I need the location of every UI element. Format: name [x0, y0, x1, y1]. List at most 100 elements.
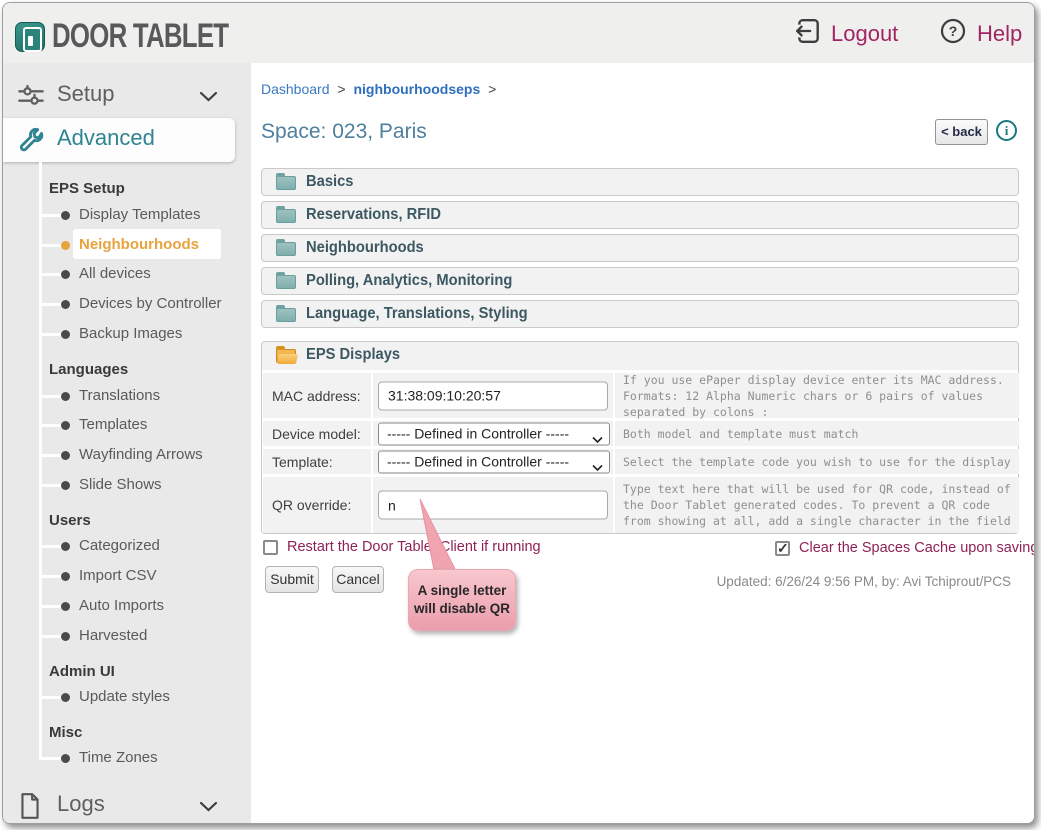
device-model-select[interactable]: ----- Defined in Controller -----: [378, 422, 610, 445]
mac-address-input[interactable]: [378, 381, 608, 410]
sidebar-item-categorized[interactable]: Categorized: [3, 536, 243, 556]
bullet-icon: [61, 693, 70, 702]
sidebar-item-import-csv[interactable]: Import CSV: [3, 566, 243, 586]
sidebar-item-backup-images[interactable]: Backup Images: [3, 324, 243, 344]
bullet-icon: [61, 330, 70, 339]
qr-override-help: Type text here that will be used for QR …: [623, 481, 1015, 529]
chevron-down-icon: [592, 430, 603, 448]
bullet-icon: [61, 300, 70, 309]
svg-text:?: ?: [949, 23, 958, 39]
help-button[interactable]: ? Help: [939, 17, 1022, 50]
template-help: Select the template code you wish to use…: [623, 453, 1015, 469]
restart-client-checkbox[interactable]: [263, 540, 278, 555]
form-row-qr-override: QR override: Type text here that will be…: [263, 477, 1017, 533]
accordion-neighbourhoods[interactable]: Neighbourhoods: [261, 234, 1019, 262]
accordion-polling-analytics[interactable]: Polling, Analytics, Monitoring: [261, 267, 1019, 295]
bullet-icon: [61, 754, 70, 763]
sidebar-item-slide-shows[interactable]: Slide Shows: [3, 475, 243, 495]
bullet-icon: [61, 241, 70, 250]
clear-cache-checkbox[interactable]: [775, 541, 790, 556]
template-select[interactable]: ----- Defined in Controller -----: [378, 450, 610, 473]
template-label: Template:: [272, 454, 333, 470]
sidebar-item-harvested[interactable]: Harvested: [3, 626, 243, 646]
app-window: DOOR TABLET Logout ? Help: [2, 2, 1035, 824]
sidebar-item-time-zones[interactable]: Time Zones: [3, 748, 243, 768]
folder-closed-icon: [276, 242, 296, 256]
bullet-icon: [61, 211, 70, 220]
bullet-icon: [61, 481, 70, 490]
logout-icon: [795, 17, 821, 50]
sidebar: Setup Advanced EPS Setup Display Templat…: [3, 63, 251, 823]
document-icon: [17, 792, 45, 820]
info-icon[interactable]: i: [996, 120, 1017, 141]
form-row-template: Template: ----- Defined in Controller --…: [263, 449, 1017, 474]
sidebar-section-setup[interactable]: Setup: [3, 73, 251, 119]
accordion-basics[interactable]: Basics: [261, 168, 1019, 196]
qr-disable-tooltip: A single letter will disable QR: [408, 569, 516, 631]
form-row-mac-address: MAC address: If you use ePaper display d…: [263, 373, 1017, 418]
cancel-button[interactable]: Cancel: [332, 566, 384, 593]
help-icon: ?: [939, 17, 967, 50]
chevron-down-icon: [200, 799, 217, 817]
sidebar-item-devices-by-controller[interactable]: Devices by Controller: [3, 294, 243, 314]
app-logo-text: DOOR TABLET: [52, 17, 228, 56]
accordion-eps-displays[interactable]: EPS Displays: [262, 342, 1018, 370]
logout-button[interactable]: Logout: [795, 17, 898, 50]
sidebar-item-wayfinding-arrows[interactable]: Wayfinding Arrows: [3, 445, 243, 465]
sidebar-item-all-devices[interactable]: All devices: [3, 264, 243, 284]
tooltip-tail: [401, 493, 471, 578]
form-row-device-model: Device model: ----- Defined in Controlle…: [263, 421, 1017, 446]
sidebar-item-update-styles[interactable]: Update styles: [3, 687, 243, 707]
sidebar-logs-label: Logs: [57, 791, 105, 817]
door-tablet-logo-icon: [15, 22, 45, 52]
chevron-down-icon: [200, 89, 217, 107]
help-label: Help: [977, 21, 1022, 47]
folder-closed-icon: [276, 275, 296, 289]
bullet-icon: [61, 270, 70, 279]
sidebar-section-logs[interactable]: Logs: [3, 783, 251, 824]
tree-heading-eps-setup: EPS Setup: [49, 179, 125, 199]
bullet-icon: [61, 572, 70, 581]
device-model-label: Device model:: [272, 426, 361, 442]
folder-open-icon: [276, 349, 296, 363]
breadcrumb-dashboard-link[interactable]: Dashboard: [261, 81, 330, 97]
qr-override-label: QR override:: [272, 497, 351, 513]
logout-label: Logout: [831, 21, 898, 47]
folder-closed-icon: [276, 209, 296, 223]
main-content: Dashboard > nighbourhoodseps > Space: 02…: [251, 63, 1034, 823]
folder-closed-icon: [276, 308, 296, 322]
updated-status-text: Updated: 6/26/24 9:56 PM, by: Avi Tchipr…: [717, 574, 1011, 589]
bullet-icon: [61, 542, 70, 551]
sidebar-item-translations[interactable]: Translations: [3, 386, 243, 406]
wrench-icon: [17, 127, 45, 155]
bullet-icon: [61, 602, 70, 611]
device-model-help: Both model and template must match: [623, 425, 1015, 441]
bullet-icon: [61, 421, 70, 430]
sidebar-section-advanced[interactable]: Advanced: [3, 118, 235, 162]
accordion-reservations-rfid[interactable]: Reservations, RFID: [261, 201, 1019, 229]
tree-heading-languages: Languages: [49, 360, 128, 380]
sidebar-item-display-templates[interactable]: Display Templates: [3, 205, 243, 225]
back-button[interactable]: < back: [935, 119, 988, 145]
tree-heading-users: Users: [49, 511, 91, 531]
mac-address-label: MAC address:: [272, 388, 361, 404]
chevron-down-icon: [592, 458, 603, 476]
accordion-language-translations[interactable]: Language, Translations, Styling: [261, 300, 1019, 328]
mac-address-help: If you use ePaper display device enter i…: [623, 371, 1015, 419]
bullet-icon: [61, 451, 70, 460]
breadcrumb-current-link[interactable]: nighbourhoodseps: [353, 81, 480, 97]
top-header: DOOR TABLET Logout ? Help: [3, 3, 1034, 63]
eps-displays-panel: EPS Displays MAC address: If you use ePa…: [261, 341, 1019, 534]
submit-button[interactable]: Submit: [265, 566, 319, 593]
tree-heading-admin-ui: Admin UI: [49, 662, 115, 682]
page-title: Space: 023, Paris: [261, 120, 427, 144]
sidebar-advanced-label: Advanced: [57, 125, 155, 151]
sidebar-item-neighbourhoods[interactable]: Neighbourhoods: [3, 235, 243, 255]
app-logo[interactable]: DOOR TABLET: [15, 17, 284, 56]
folder-closed-icon: [276, 176, 296, 190]
sidebar-item-templates[interactable]: Templates: [3, 415, 243, 435]
clear-cache-label[interactable]: Clear the Spaces Cache upon saving: [799, 540, 1035, 556]
sliders-icon: [17, 82, 45, 110]
sidebar-item-auto-imports[interactable]: Auto Imports: [3, 596, 243, 616]
bullet-icon: [61, 392, 70, 401]
